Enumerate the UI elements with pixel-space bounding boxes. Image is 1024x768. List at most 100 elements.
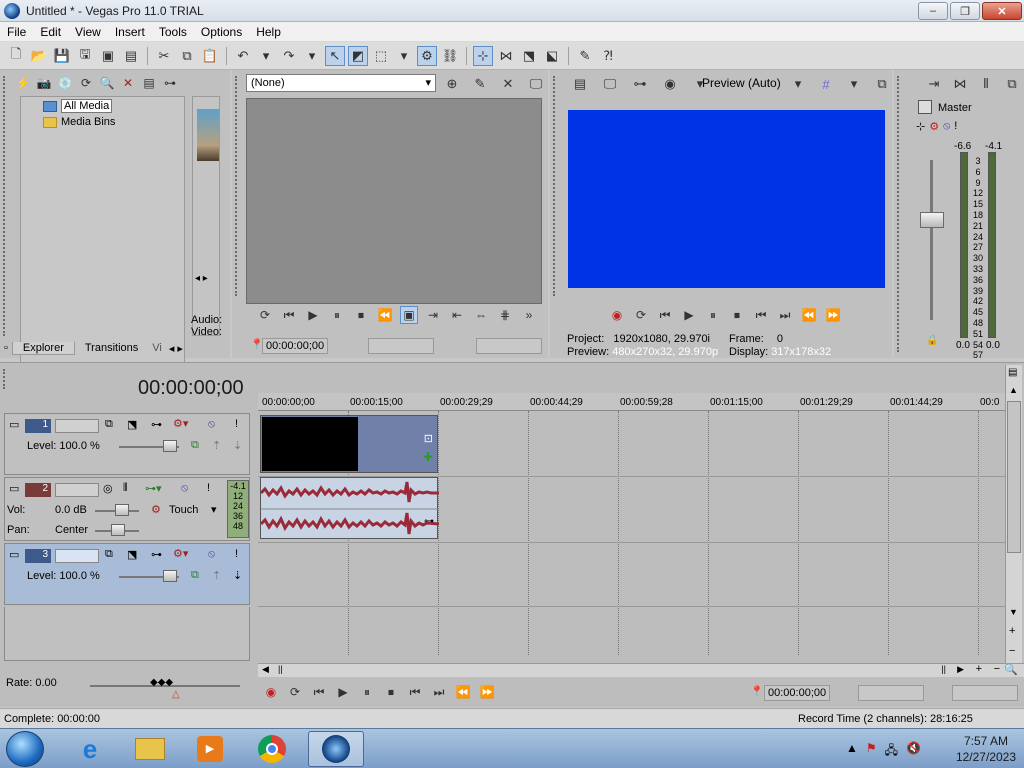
maximize-button[interactable]: ❐ bbox=[950, 2, 980, 20]
pause-icon[interactable]: ⏸ bbox=[704, 306, 722, 324]
go-to-start-icon[interactable]: ⏮ bbox=[752, 306, 770, 324]
automation-mode[interactable]: Touch bbox=[169, 504, 198, 516]
preview-quality-select[interactable]: Preview (Auto) bbox=[702, 76, 781, 90]
new-project-icon[interactable]: 🗋 bbox=[6, 46, 26, 66]
quality-dropdown-icon[interactable]: ▾ bbox=[788, 74, 808, 94]
vegas-pro-taskbar-icon[interactable] bbox=[308, 731, 364, 767]
chrome-icon[interactable] bbox=[244, 731, 300, 767]
more-icon[interactable]: » bbox=[520, 306, 538, 324]
prev-frame-icon[interactable]: ⏪ bbox=[800, 306, 818, 324]
composite-mask-icon[interactable]: ⧉ bbox=[191, 569, 199, 582]
next-frame-icon[interactable]: ⏩ bbox=[478, 683, 496, 701]
trimmer-media-select[interactable]: (None) bbox=[246, 74, 436, 92]
redo-icon[interactable]: ↷ bbox=[279, 46, 299, 66]
tab-video-fx[interactable]: Vi bbox=[148, 342, 166, 354]
compositing-mode-icon[interactable]: ⧉ bbox=[105, 418, 113, 431]
menu-view[interactable]: View bbox=[68, 25, 108, 39]
go-to-start-icon[interactable]: ⏮ bbox=[406, 683, 424, 701]
master-fader-handle[interactable] bbox=[920, 212, 944, 228]
cursor-time[interactable]: 00:00:00;00 bbox=[138, 377, 244, 400]
video-output-fx-icon[interactable]: ◉ bbox=[660, 74, 680, 94]
start-button[interactable] bbox=[6, 731, 44, 767]
level-slider-knob[interactable] bbox=[163, 570, 177, 582]
tree-item-all-media[interactable]: All Media bbox=[43, 99, 113, 113]
loop-icon[interactable]: ⟳ bbox=[632, 306, 650, 324]
video-event[interactable]: ⊡ ✚ bbox=[260, 415, 438, 473]
level-slider-knob[interactable] bbox=[163, 440, 177, 452]
save-as-icon[interactable]: 🖫 bbox=[75, 46, 95, 66]
tab-scroll-arrows[interactable]: ◂ ▸ bbox=[166, 342, 186, 355]
external-monitor-icon[interactable]: 🖵 bbox=[600, 74, 620, 94]
track-fx-icon[interactable]: ⚙▾ bbox=[173, 417, 188, 430]
automation-icon[interactable]: ⚙ bbox=[151, 503, 161, 516]
zoom-out-vertical-icon[interactable]: − bbox=[1009, 645, 1015, 657]
tab-explorer[interactable]: Explorer bbox=[11, 341, 75, 355]
zoom-out-horizontal-icon[interactable]: − bbox=[994, 663, 1000, 675]
automation-dropdown-icon[interactable]: ▾ bbox=[211, 503, 217, 516]
invert-phase-icon[interactable]: ⫴ bbox=[123, 482, 128, 495]
zoom-in-vertical-icon[interactable]: + bbox=[1009, 625, 1015, 637]
scroll-left-icon[interactable]: ◀ bbox=[262, 664, 269, 675]
media-thumbnail[interactable] bbox=[197, 109, 219, 161]
trimmer-fx-icon[interactable]: ⊕ bbox=[442, 74, 462, 94]
media-properties-icon[interactable]: ▤ bbox=[140, 74, 158, 92]
snapping-icon[interactable]: ⊹ bbox=[473, 45, 493, 66]
compositing-mode-icon[interactable]: ⧉ bbox=[105, 548, 113, 561]
split-screen-icon[interactable]: ⊶ bbox=[630, 74, 650, 94]
overwrite-icon[interactable]: ⇤ bbox=[448, 306, 466, 324]
timeline-vertical-scrollbar[interactable]: ▤ ▲ ▼ + − bbox=[1005, 365, 1022, 671]
panel-grip[interactable] bbox=[235, 76, 238, 296]
trimmer-audio-icon[interactable]: ⋕ bbox=[496, 306, 514, 324]
internet-explorer-icon[interactable]: e bbox=[62, 731, 118, 767]
close-button[interactable]: ✕ bbox=[982, 2, 1022, 20]
media-player-icon[interactable]: ▶ bbox=[182, 731, 238, 767]
timeline-selection-start[interactable] bbox=[858, 685, 924, 701]
play-icon[interactable]: ▶ bbox=[334, 683, 352, 701]
undo-dropdown-icon[interactable]: ▾ bbox=[256, 46, 276, 66]
media-fx-icon[interactable]: 🔍 bbox=[98, 74, 116, 92]
menu-file[interactable]: File bbox=[0, 25, 33, 39]
menu-help[interactable]: Help bbox=[249, 25, 288, 39]
selection-tool-icon[interactable]: ⬚ bbox=[371, 46, 391, 66]
scroll-thumb[interactable]: || bbox=[278, 664, 283, 674]
stop-icon[interactable]: ⏹ bbox=[352, 306, 370, 324]
trimmer-monitor-toggle-icon[interactable]: ▣ bbox=[400, 306, 418, 324]
file-explorer-icon[interactable] bbox=[122, 731, 178, 767]
lock-envelopes-icon[interactable]: ⛓ bbox=[440, 46, 460, 66]
vol-slider-knob[interactable] bbox=[115, 504, 129, 516]
trimmer-timecode[interactable]: 00:00:00;00 bbox=[262, 338, 328, 354]
panel-grip[interactable] bbox=[3, 369, 6, 389]
fit-icon[interactable]: ⇔ bbox=[472, 306, 490, 324]
track-fx-icon[interactable]: ⚙▾ bbox=[173, 547, 188, 560]
render-as-icon[interactable]: ▣ bbox=[98, 46, 118, 66]
parent-motion-icon[interactable]: ⬔ bbox=[127, 418, 137, 431]
save-icon[interactable]: 💾 bbox=[52, 46, 72, 66]
action-center-icon[interactable]: ⚑ bbox=[866, 741, 877, 762]
auto-ripple-icon[interactable]: ⚙ bbox=[417, 45, 437, 66]
track-minimize-icon[interactable]: ▭ bbox=[9, 548, 19, 561]
remove-media-icon[interactable]: ✕ bbox=[119, 74, 137, 92]
track-lane-video-3[interactable] bbox=[258, 543, 1006, 607]
record-icon[interactable]: ◉ bbox=[262, 683, 280, 701]
minimize-button[interactable]: ‒ bbox=[918, 2, 948, 20]
panel-grip[interactable] bbox=[3, 76, 6, 336]
bus-pan-icon[interactable]: ⊹ bbox=[916, 120, 925, 133]
extract-audio-icon[interactable]: 💿 bbox=[56, 74, 74, 92]
trimmer-pen-icon[interactable]: ✎ bbox=[470, 74, 490, 94]
menu-tools[interactable]: Tools bbox=[152, 25, 194, 39]
prev-frame-icon[interactable]: ⏪ bbox=[454, 683, 472, 701]
arm-record-icon[interactable]: ◎ bbox=[103, 482, 113, 495]
mute-icon[interactable]: ⦸ bbox=[208, 418, 215, 431]
tray-expand-icon[interactable]: ▲ bbox=[846, 741, 858, 762]
record-icon[interactable]: ◉ bbox=[608, 306, 626, 324]
mixer-properties-icon[interactable]: ⫴ bbox=[976, 74, 996, 94]
panel-grip[interactable] bbox=[553, 76, 556, 296]
open-icon[interactable]: 📂 bbox=[29, 46, 49, 66]
trimmer-out-point[interactable] bbox=[476, 338, 542, 354]
go-to-end-icon[interactable]: ⏭ bbox=[776, 306, 794, 324]
timeline-horizontal-scrollbar[interactable]: ◀ || || ▶ + − 🔍 bbox=[258, 663, 1024, 677]
play-icon[interactable]: ▶ bbox=[680, 306, 698, 324]
lock-icon[interactable]: 🔒 bbox=[926, 335, 938, 346]
track-name-field[interactable] bbox=[55, 483, 99, 497]
audio-event-fx-icon[interactable]: ⊶ bbox=[424, 516, 434, 527]
